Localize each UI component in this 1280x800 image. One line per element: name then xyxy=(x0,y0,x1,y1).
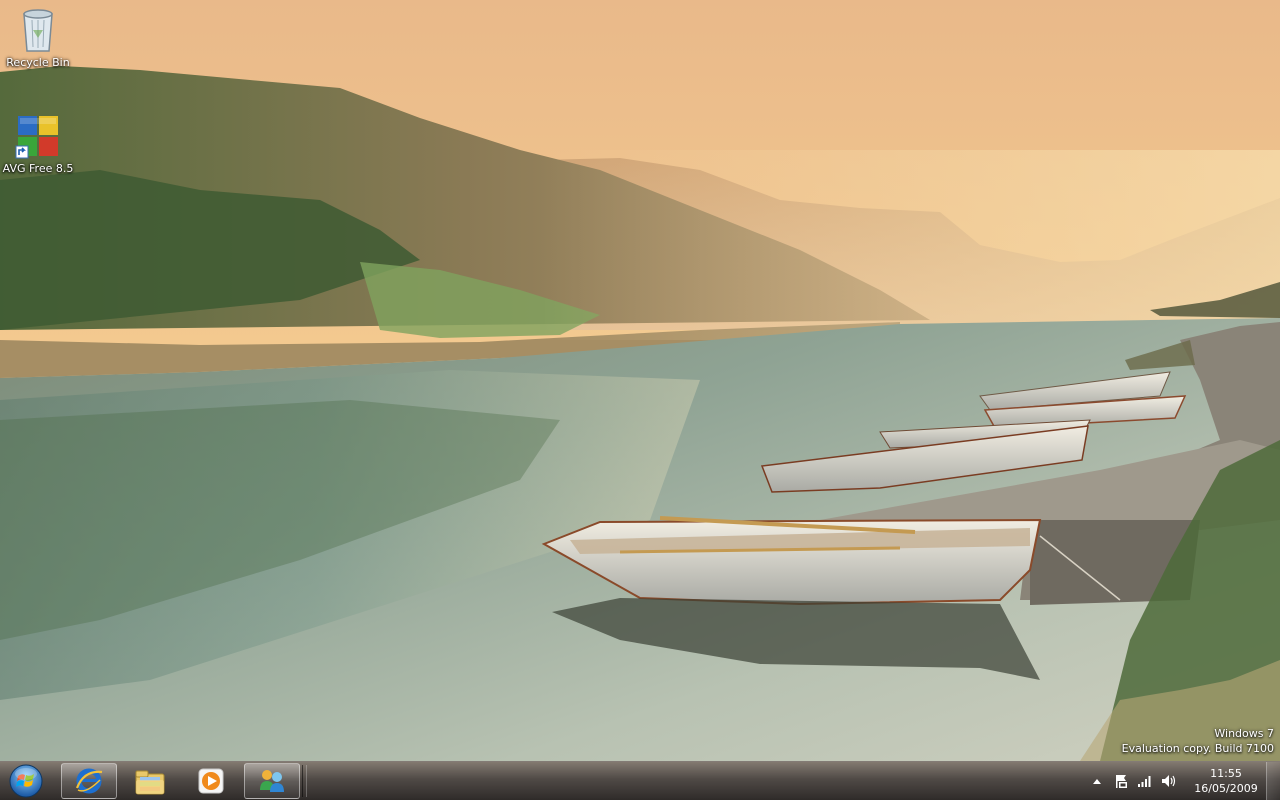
clock-date: 16/05/2009 xyxy=(1194,782,1258,795)
avg-label: AVG Free 8.5 xyxy=(2,162,74,175)
internet-explorer-icon xyxy=(75,768,103,794)
taskbar: 11:55 16/05/2009 xyxy=(0,761,1280,800)
show-hidden-icons-icon xyxy=(1093,779,1101,784)
action-center-button[interactable] xyxy=(1110,771,1132,791)
evaluation-watermark: Windows 7 Evaluation copy. Build 7100 xyxy=(1122,726,1274,756)
action-center-flag-icon xyxy=(1116,775,1127,788)
windows-orb-icon xyxy=(9,764,43,798)
avg-shield-icon xyxy=(15,116,58,159)
volume-icon xyxy=(1162,775,1176,787)
messenger-icon xyxy=(260,770,284,792)
media-player-icon xyxy=(198,768,224,794)
show-desktop-button[interactable] xyxy=(1266,762,1280,800)
system-clock[interactable]: 11:55 16/05/2009 xyxy=(1188,766,1264,796)
volume-button[interactable] xyxy=(1158,771,1180,791)
taskbar-divider xyxy=(302,765,307,797)
network-signal-icon xyxy=(1138,776,1151,787)
desktop-icon-recycle-bin[interactable]: Recycle Bin xyxy=(0,6,76,70)
notification-area: 11:55 16/05/2009 xyxy=(1084,762,1264,800)
taskbar-windows-explorer[interactable] xyxy=(122,763,178,799)
start-button[interactable] xyxy=(4,763,48,799)
clock-time: 11:55 xyxy=(1210,767,1242,780)
watermark-line-2: Evaluation copy. Build 7100 xyxy=(1121,742,1274,755)
show-hidden-icons-button[interactable] xyxy=(1086,771,1108,791)
network-button[interactable] xyxy=(1134,771,1156,791)
taskbar-live-messenger[interactable] xyxy=(244,763,300,799)
recycle-bin-icon xyxy=(23,9,53,52)
taskbar-internet-explorer[interactable] xyxy=(61,763,117,799)
folder-library-icon xyxy=(135,770,165,795)
desktop-wallpaper xyxy=(0,0,1280,761)
recycle-bin-label: Recycle Bin xyxy=(6,56,70,69)
desktop-icon-avg[interactable]: AVG Free 8.5 xyxy=(0,112,76,176)
taskbar-media-player[interactable] xyxy=(183,763,239,799)
watermark-line-1: Windows 7 xyxy=(1214,727,1274,740)
